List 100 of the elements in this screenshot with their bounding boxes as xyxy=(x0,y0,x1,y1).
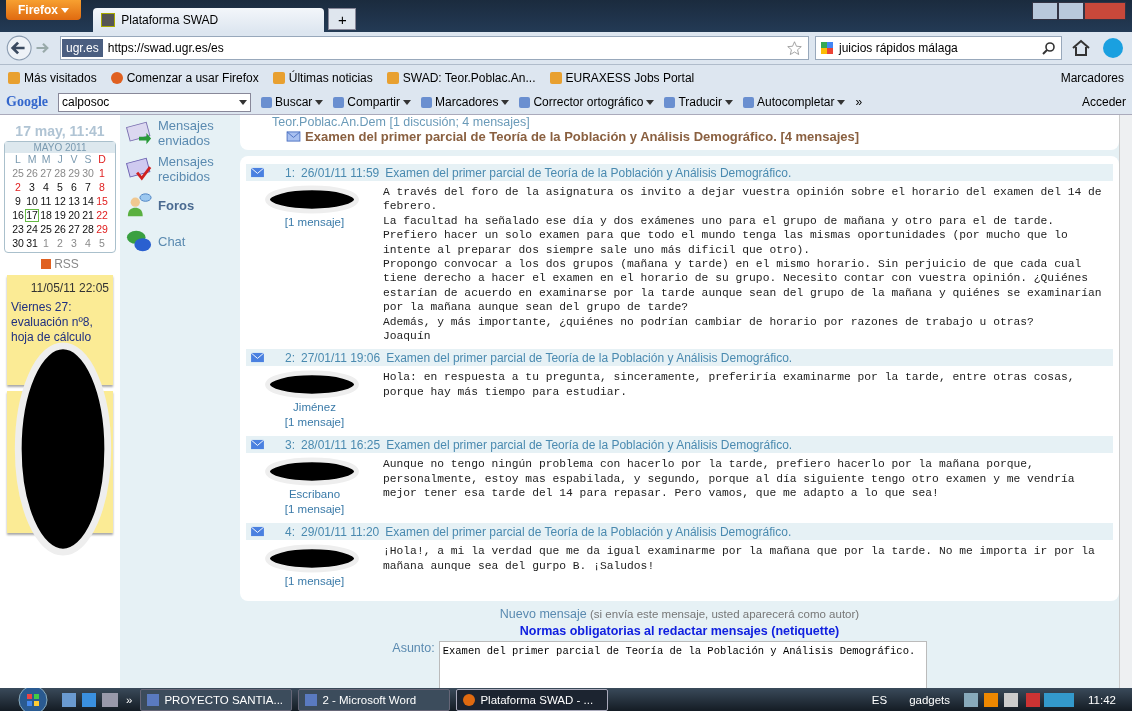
tray-icon[interactable] xyxy=(964,692,1075,707)
calendar-day[interactable]: 29 xyxy=(67,167,81,180)
post-date: 26/01/11 11:59 xyxy=(301,165,380,180)
calendar-day[interactable]: 20 xyxy=(67,209,81,222)
more-button[interactable]: » xyxy=(855,95,863,109)
weekday-label: L xyxy=(14,153,22,166)
calendar-day[interactable]: 4 xyxy=(39,181,53,194)
post-subject: Examen del primer parcial de Teoría de la Población y Análisis Demográfico. xyxy=(385,524,792,539)
rss-link[interactable]: RSS xyxy=(4,257,116,271)
calendar-day[interactable]: 16 xyxy=(11,209,25,222)
calendar-day[interactable]: 7 xyxy=(81,181,95,194)
sign-in-button[interactable]: Acceder xyxy=(1081,95,1126,109)
calendar-day[interactable]: 24 xyxy=(25,223,39,236)
menu-item[interactable]: Foros xyxy=(126,187,234,223)
calendar-day[interactable]: 28 xyxy=(53,167,67,180)
taskbar-button[interactable]: Plataforma SWAD - ... xyxy=(456,688,609,711)
author-name[interactable]: Jiménez xyxy=(293,400,336,416)
toolbar-button[interactable]: Buscar xyxy=(261,95,324,109)
bookmark-link[interactable]: Más visitados xyxy=(8,67,97,88)
toolbar-button[interactable]: Traducir xyxy=(664,95,734,109)
calendar-day[interactable]: 30 xyxy=(81,167,95,180)
calendar-day[interactable]: 9 xyxy=(11,195,25,208)
taskbar-button[interactable]: 2 - Microsoft Word xyxy=(298,688,451,711)
calendar-day[interactable]: 29 xyxy=(95,223,109,236)
bookmark-link[interactable]: SWAD: Teor.Poblac.An... xyxy=(386,67,536,88)
calendar-day[interactable]: 27 xyxy=(39,167,53,180)
bookmark-link[interactable]: Comenzar a usar Firefox xyxy=(110,70,259,85)
calendar-day[interactable]: 12 xyxy=(53,195,67,208)
calendar-day[interactable]: 25 xyxy=(11,167,25,180)
calendar-day[interactable]: 25 xyxy=(39,223,53,236)
message-count-link[interactable]: [1 mensaje] xyxy=(284,415,345,431)
message-count-link[interactable]: [1 mensaje] xyxy=(284,574,345,590)
more-button[interactable]: » xyxy=(126,693,133,706)
star-icon[interactable] xyxy=(787,40,802,56)
calendar-day[interactable]: 3 xyxy=(67,237,81,250)
weekday-label: V xyxy=(69,153,79,166)
address-bar[interactable]: ugr.es https://swad.ugr.es/es xyxy=(60,36,809,60)
browser-tab[interactable]: Plataforma SWAD xyxy=(93,8,325,32)
calendar-day[interactable]: 4 xyxy=(81,237,95,250)
calendar-day[interactable]: 3 xyxy=(25,181,39,194)
author-name[interactable]: Escribano xyxy=(288,487,341,503)
site-icon xyxy=(101,13,116,27)
subject-label: Asunto: xyxy=(392,641,435,656)
new-tab-button[interactable]: + xyxy=(328,8,357,30)
calendar-day[interactable]: 17 xyxy=(25,209,39,222)
calendar-day[interactable]: 21 xyxy=(81,209,95,222)
caret-icon xyxy=(501,99,510,105)
language-indicator[interactable]: ES xyxy=(871,693,888,706)
calendar-day[interactable]: 11 xyxy=(39,195,53,208)
search-icon[interactable] xyxy=(1042,41,1056,55)
app-icon xyxy=(147,693,160,706)
netiquette-link[interactable]: Normas obligatorias al redactar mensajes (netiquette) xyxy=(519,624,840,639)
calendar-day[interactable]: 19 xyxy=(53,209,67,222)
calendar-day[interactable]: 8 xyxy=(95,181,109,194)
scrollbar[interactable] xyxy=(1119,115,1132,688)
bookmark-link[interactable]: EURAXESS Jobs Portal xyxy=(549,67,695,88)
toolbar-button[interactable]: Autocompletar xyxy=(743,95,846,109)
calendar-day[interactable]: 28 xyxy=(81,223,95,236)
bookmark-link[interactable]: Últimas noticias xyxy=(272,67,373,88)
calendar-day[interactable]: 23 xyxy=(11,223,25,236)
calendar-day[interactable]: 1 xyxy=(39,237,53,250)
calendar-day[interactable]: 22 xyxy=(95,209,109,222)
calendar-day[interactable]: 26 xyxy=(53,223,67,236)
minimize-icon[interactable] xyxy=(1032,2,1058,20)
calendar-day[interactable]: 15 xyxy=(95,195,109,208)
calendar-day[interactable]: 5 xyxy=(53,181,67,194)
google-search-field[interactable]: calposoc xyxy=(58,92,251,112)
calendar-day[interactable]: 10 xyxy=(25,195,39,208)
calendar-day[interactable]: 18 xyxy=(39,209,53,222)
maximize-icon[interactable] xyxy=(1058,2,1084,20)
caret-icon xyxy=(837,99,846,105)
message-count-link[interactable]: [1 mensaje] xyxy=(284,502,345,518)
search-field[interactable]: juicios rápidos málaga xyxy=(815,36,1062,60)
post-number: 4: xyxy=(284,524,295,539)
calendar-day[interactable]: 30 xyxy=(11,237,25,250)
calendar-day[interactable]: 2 xyxy=(53,237,67,250)
bookmarks-menu[interactable]: Marcadores xyxy=(1060,70,1124,85)
toolbar-button[interactable]: Corrector ortográfico xyxy=(519,95,655,109)
calendar-day[interactable]: 1 xyxy=(95,167,109,180)
toolbar-button[interactable]: Compartir xyxy=(333,95,412,109)
site-identity-badge[interactable]: ugr.es xyxy=(62,39,103,57)
calendar-day[interactable]: 5 xyxy=(95,237,109,250)
calendar-day[interactable]: 31 xyxy=(25,237,39,250)
gadgets-button[interactable]: gadgets xyxy=(909,693,951,706)
dropdown-caret-icon[interactable] xyxy=(239,99,247,105)
caret-icon xyxy=(315,99,324,105)
calendar-day[interactable]: 14 xyxy=(81,195,95,208)
calendar-day[interactable]: 6 xyxy=(67,181,81,194)
note-link[interactable]: Viernes 27: evaluación nº8, hoja de cálculo xyxy=(11,300,109,345)
message-count-link[interactable]: [1 mensaje] xyxy=(284,215,345,230)
thread-link[interactable]: Examen del primer parcial de Teoría de la Población y Análisis Demográfico. [4 mensajes] xyxy=(305,129,860,144)
calendar-day[interactable]: 13 xyxy=(67,195,81,208)
quick-launch-icon[interactable] xyxy=(62,692,118,707)
toolbar-button[interactable]: Marcadores xyxy=(421,95,510,109)
subject-field[interactable]: Examen del primer parcial de Teoría de la Población y Análisis Demográfico. xyxy=(438,641,927,688)
calendar-day[interactable]: 2 xyxy=(11,181,25,194)
calendar-day[interactable]: 26 xyxy=(25,167,39,180)
envelope-icon xyxy=(126,120,152,146)
calendar-day[interactable]: 27 xyxy=(67,223,81,236)
taskbar-button[interactable]: PROYECTO SANTIA... xyxy=(140,688,293,711)
